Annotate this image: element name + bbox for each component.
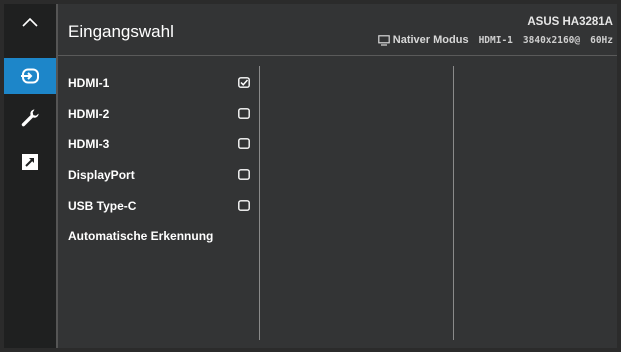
list-item-label: Automatische Erkennung — [68, 229, 214, 244]
header: Eingangswahl ASUS HA3281A Nativer Modus … — [58, 4, 617, 56]
list-item-usb-type-c[interactable]: USB Type-C — [68, 190, 252, 221]
sidebar-item-system[interactable] — [4, 100, 56, 136]
sidebar-up-button[interactable] — [4, 4, 56, 40]
list-item-label: HDMI-2 — [68, 106, 110, 121]
checkbox-icon[interactable] — [238, 199, 250, 211]
mode-label: Nativer Modus — [392, 34, 469, 46]
list-item-displayport[interactable]: DisplayPort — [68, 160, 252, 191]
mode-indicator: Nativer Modus — [377, 34, 469, 46]
status-bar: Nativer Modus HDMI-1 3840x2160@ 60Hz — [377, 34, 613, 46]
sidebar-item-input[interactable] — [4, 58, 56, 94]
list-item-label: DisplayPort — [68, 168, 135, 183]
column-divider — [453, 66, 454, 340]
input-list: HDMI-1 HDMI-2 HDMI-3 DisplayPort USB Typ… — [68, 68, 252, 252]
shortcut-icon — [22, 154, 38, 170]
column-divider — [259, 66, 260, 340]
checkbox-icon[interactable] — [238, 138, 250, 150]
page-title: Eingangswahl — [68, 22, 174, 41]
list-item-label: HDMI-3 — [68, 137, 110, 152]
list-item-label: HDMI-1 — [68, 76, 110, 91]
checkbox-icon[interactable] — [238, 107, 250, 119]
monitor-icon — [377, 34, 390, 46]
list-item-hdmi-3[interactable]: HDMI-3 — [68, 129, 252, 160]
list-item-hdmi-2[interactable]: HDMI-2 — [68, 99, 252, 130]
input-icon — [21, 68, 39, 84]
checkbox-checked-icon[interactable] — [238, 77, 250, 89]
checkbox-icon[interactable] — [238, 169, 250, 180]
sidebar — [4, 4, 56, 348]
refresh-indicator: 60Hz — [590, 34, 613, 46]
chevron-up-icon — [22, 17, 38, 27]
main-panel: Eingangswahl ASUS HA3281A Nativer Modus … — [56, 4, 617, 348]
resolution-indicator: 3840x2160@ — [522, 34, 581, 46]
sidebar-item-shortcut[interactable] — [4, 144, 56, 180]
wrench-icon — [21, 109, 39, 127]
list-item-auto-detect[interactable]: Automatische Erkennung — [68, 221, 252, 252]
input-indicator: HDMI-1 — [478, 34, 513, 46]
model-name: ASUS HA3281A — [527, 16, 613, 28]
osd-window: Eingangswahl ASUS HA3281A Nativer Modus … — [4, 4, 617, 348]
list-item-label: USB Type-C — [68, 198, 137, 213]
list-item-hdmi-1[interactable]: HDMI-1 — [68, 68, 252, 99]
